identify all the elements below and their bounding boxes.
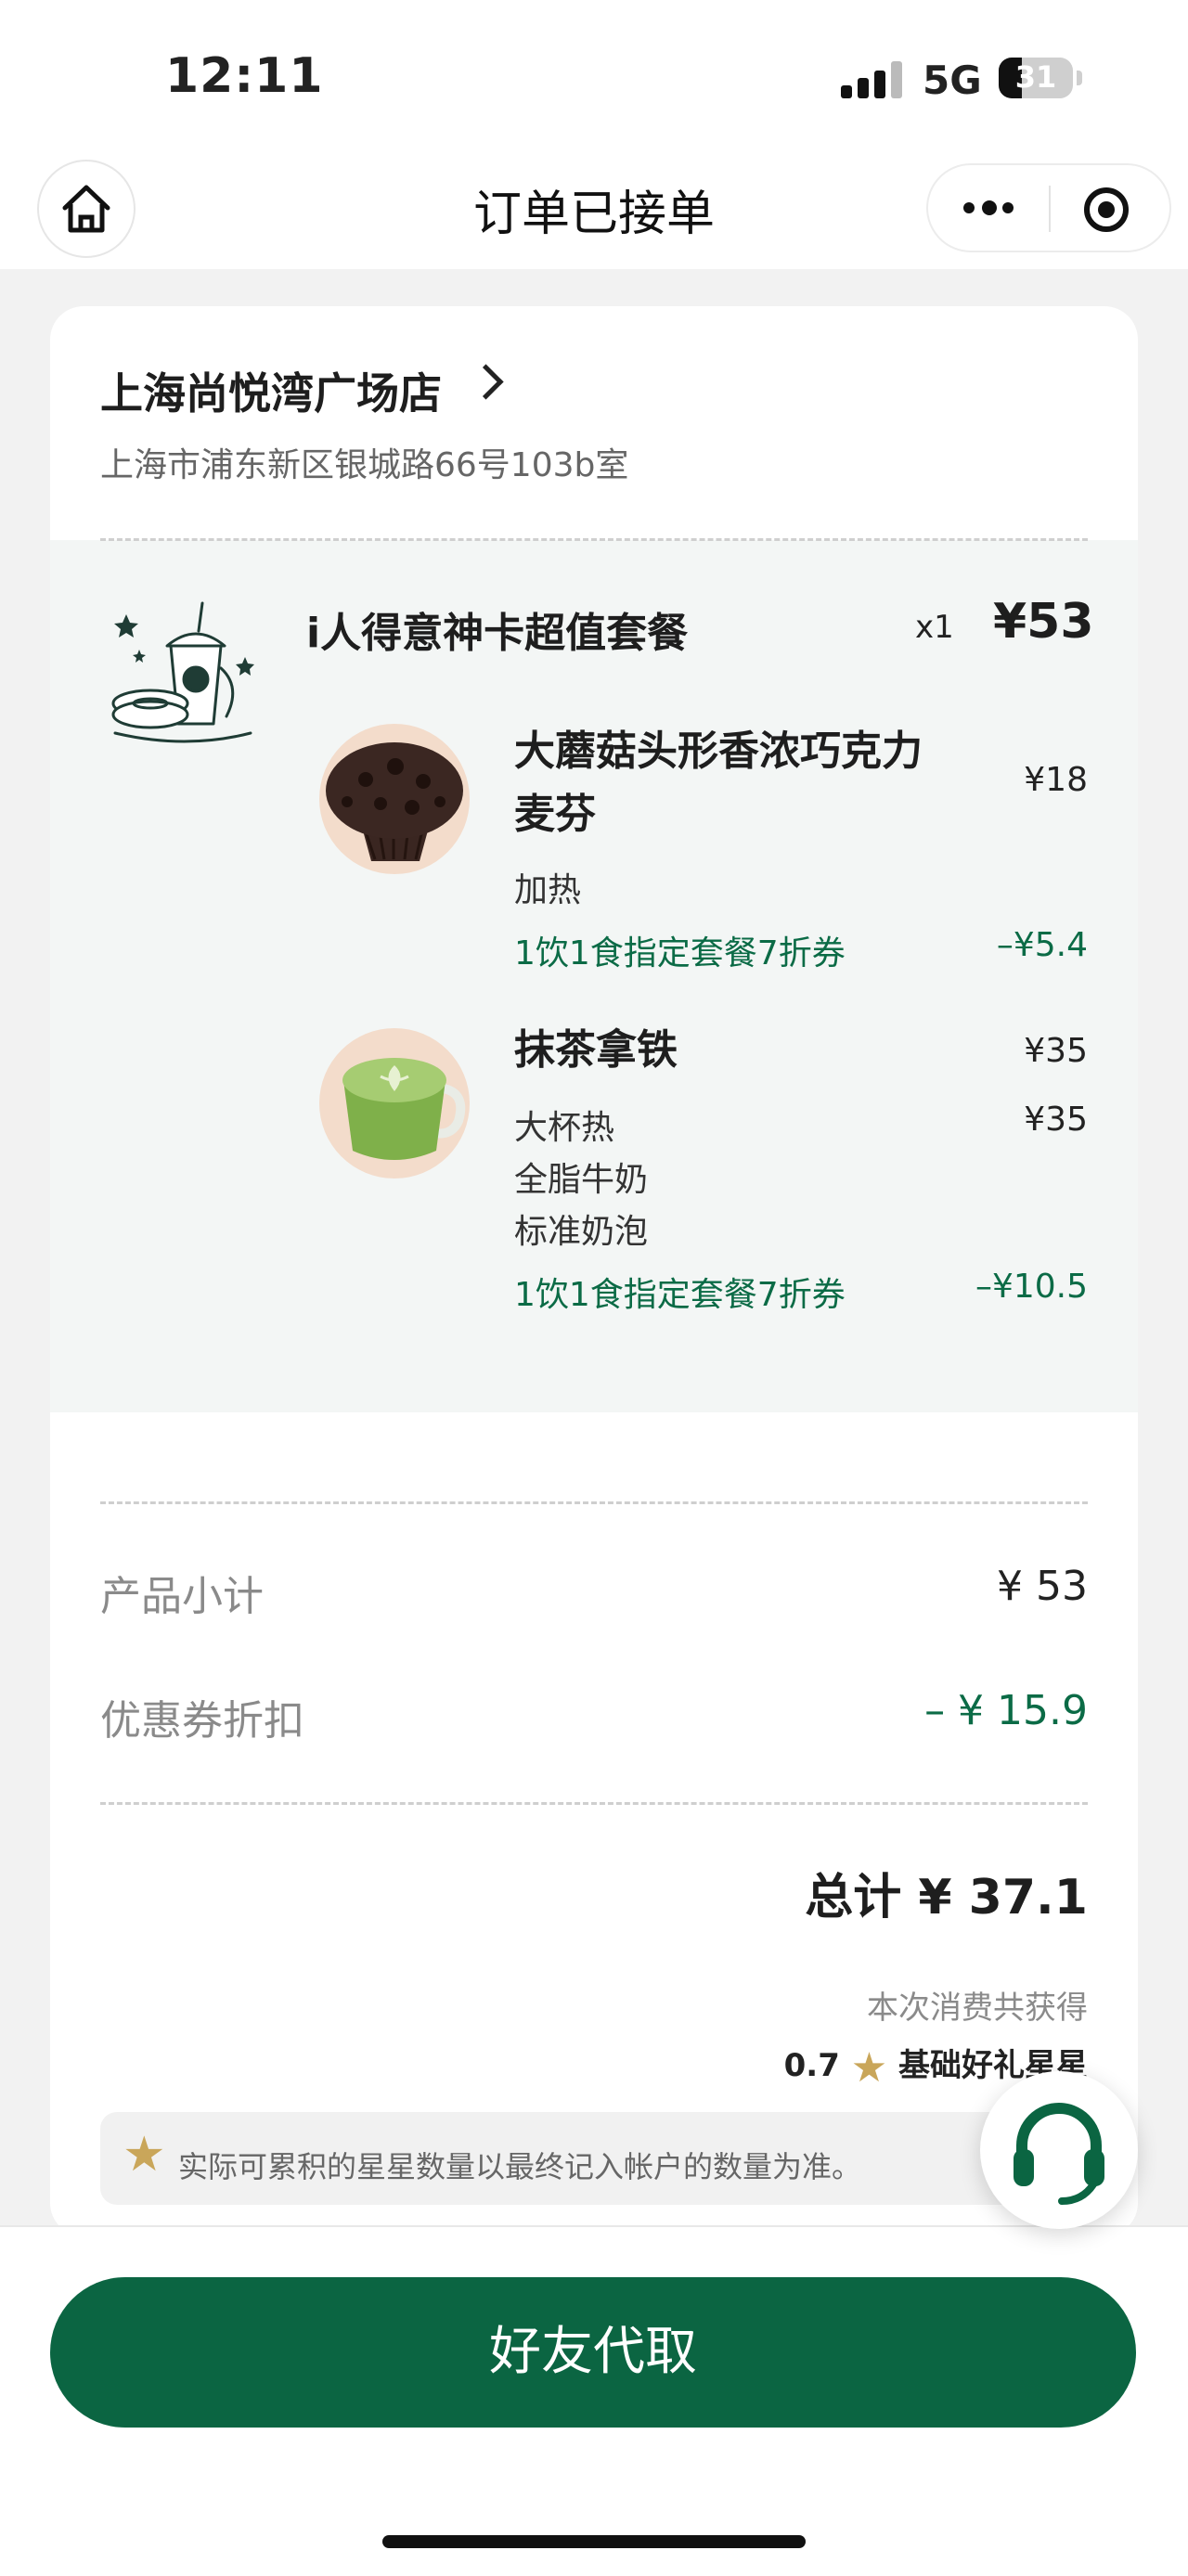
- item-name-cont: 麦芬: [514, 791, 596, 838]
- combo-quantity: x1: [915, 609, 954, 646]
- network-label: 5G: [923, 58, 982, 103]
- item-price: ¥35: [1024, 1032, 1088, 1070]
- mini-program-capsule: [926, 163, 1171, 252]
- matcha-cup-icon: [342, 1058, 466, 1160]
- subtotal-label: 产品小计: [100, 1573, 264, 1620]
- item-option: 加热: [514, 871, 582, 909]
- home-indicator: [382, 2535, 806, 2548]
- target-circle-icon[interactable]: [1084, 187, 1129, 232]
- battery-tip: [1077, 71, 1082, 85]
- item-option-price: ¥35: [1024, 1101, 1088, 1139]
- item-coupon-amount: –¥10.5: [975, 1268, 1088, 1306]
- customer-service-button[interactable]: [980, 2071, 1138, 2229]
- combo-illustration-icon: [111, 601, 254, 743]
- item-coupon-amount: –¥5.4: [996, 926, 1088, 964]
- status-time: 12:11: [165, 48, 324, 104]
- divider-dashed: [100, 538, 1088, 541]
- stars-earned-amount: 0.7: [783, 2047, 840, 2084]
- signal-icon: [841, 61, 904, 98]
- item-name: 大蘑菇头形香浓巧克力: [514, 728, 923, 775]
- item-name: 抹茶拿铁: [514, 1026, 678, 1074]
- capsule-divider: [1049, 186, 1051, 232]
- subtotal-value: ¥ 53: [997, 1563, 1088, 1610]
- combo-price: ¥53: [993, 594, 1094, 650]
- discount-label: 优惠券折扣: [100, 1697, 304, 1745]
- item-price: ¥18: [1024, 761, 1088, 799]
- discount-value: – ¥ 15.9: [924, 1687, 1088, 1734]
- combo-name: i人得意神卡超值套餐: [306, 610, 689, 657]
- store-address: 上海市浦东新区银城路66号103b室: [100, 446, 629, 484]
- item-coupon: 1饮1食指定套餐7折券: [514, 934, 846, 972]
- item-coupon: 1饮1食指定套餐7折券: [514, 1276, 846, 1314]
- item-option: 大杯热: [514, 1109, 615, 1147]
- star-icon: ★: [850, 2044, 888, 2092]
- matcha-latte-image: [319, 1028, 470, 1179]
- battery-level: 31: [1014, 59, 1057, 95]
- store-name[interactable]: 上海尚悦湾广场店: [100, 360, 442, 421]
- item-option: 全脂牛奶: [514, 1161, 649, 1199]
- divider-dashed: [100, 1802, 1088, 1805]
- item-option: 标准奶泡: [514, 1213, 649, 1251]
- stars-notice-text: 实际可累积的星星数量以最终记入帐户的数量为准。: [178, 2149, 862, 2184]
- battery-icon: 31: [999, 58, 1073, 98]
- muffin-image: [319, 724, 470, 874]
- more-dots-icon[interactable]: [962, 193, 1017, 225]
- headset-icon: [1014, 2103, 1104, 2205]
- stars-earned-label: 本次消费共获得: [867, 1990, 1088, 2027]
- star-icon: ★: [123, 2127, 166, 2183]
- divider-dashed: [100, 1501, 1088, 1504]
- order-total: 总计 ¥ 37.1: [805, 1870, 1088, 1926]
- muffin-icon: [326, 742, 463, 861]
- friend-pickup-button[interactable]: 好友代取: [50, 2277, 1136, 2428]
